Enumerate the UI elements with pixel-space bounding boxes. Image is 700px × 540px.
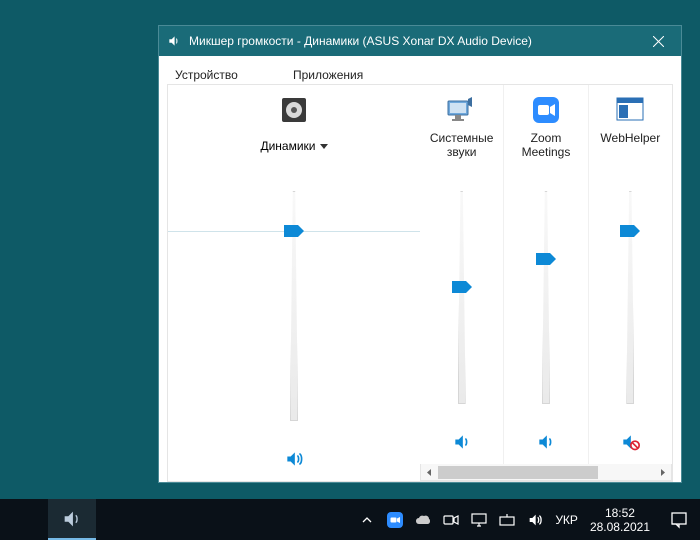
tray-meet-now-icon[interactable] — [443, 512, 459, 528]
device-selector[interactable]: Динамики — [260, 131, 327, 161]
app-label: WebHelper — [596, 131, 664, 161]
app-label: Zoom Meetings — [504, 131, 587, 161]
volume-mixer-window: Микшер громкости - Динамики (ASUS Xonar … — [158, 25, 682, 483]
device-column: Динамики — [167, 84, 420, 482]
applications-row: Системные звуки — [420, 85, 672, 464]
horizontal-scrollbar[interactable] — [420, 464, 672, 481]
app-column-system-sounds: Системные звуки — [420, 85, 504, 464]
window-title: Микшер громкости - Динамики (ASUS Xonar … — [189, 34, 635, 48]
system-sounds-icon[interactable] — [445, 93, 479, 127]
tray-volume-icon[interactable] — [527, 512, 543, 528]
applications-group: Системные звуки — [420, 84, 673, 482]
taskbar-left — [0, 499, 96, 540]
tray-overflow-button[interactable] — [359, 512, 375, 528]
applications-section-header: Приложения — [293, 68, 363, 82]
taskbar-volume-mixer-button[interactable] — [48, 499, 96, 540]
app-column-zoom: Zoom Meetings — [504, 85, 588, 464]
app-mute-button[interactable] — [618, 430, 642, 454]
taskbar: УКР 18:52 28.08.2021 — [0, 499, 700, 540]
scrollbar-thumb[interactable] — [438, 466, 598, 479]
titlebar[interactable]: Микшер громкости - Динамики (ASUS Xonar … — [159, 26, 681, 56]
zoom-icon[interactable] — [529, 93, 563, 127]
app-slider-track[interactable] — [542, 191, 550, 404]
language-indicator[interactable]: УКР — [555, 513, 578, 527]
device-section-header: Устройство — [175, 68, 293, 82]
tray-zoom-icon[interactable] — [387, 512, 403, 528]
webhelper-icon[interactable] — [613, 93, 647, 127]
app-mute-button[interactable] — [534, 430, 558, 454]
app-slider-thumb[interactable] — [536, 253, 556, 265]
app-column-webhelper: WebHelper — [589, 85, 672, 464]
app-slider-track[interactable] — [458, 191, 466, 404]
tray-display-icon[interactable] — [471, 512, 487, 528]
app-slider-area — [504, 179, 587, 424]
scrollbar-track[interactable] — [438, 465, 654, 480]
speaker-icon — [167, 34, 181, 48]
app-mute-button[interactable] — [450, 430, 474, 454]
clock-time: 18:52 — [590, 506, 650, 520]
app-slider-area — [420, 179, 503, 424]
device-name: Динамики — [260, 139, 315, 153]
scroll-right-button[interactable] — [654, 465, 671, 480]
device-slider-area — [168, 179, 420, 441]
section-headers: Устройство Приложения — [167, 64, 673, 84]
close-button[interactable] — [635, 26, 681, 56]
action-center-button[interactable] — [658, 499, 700, 540]
tray-input-icon[interactable] — [499, 512, 515, 528]
device-slider-thumb[interactable] — [284, 225, 304, 237]
speaker-device-icon[interactable] — [277, 93, 311, 127]
tray-onedrive-icon[interactable] — [415, 512, 431, 528]
taskbar-clock[interactable]: 18:52 28.08.2021 — [582, 506, 658, 534]
clock-date: 28.08.2021 — [590, 520, 650, 534]
app-label: Системные звуки — [420, 131, 503, 161]
app-slider-thumb[interactable] — [620, 225, 640, 237]
app-slider-area — [589, 179, 672, 424]
system-tray: УКР — [355, 512, 582, 528]
app-slider-thumb[interactable] — [452, 281, 472, 293]
device-mute-button[interactable] — [282, 447, 306, 471]
mixer-body: Устройство Приложения Динамики — [159, 56, 681, 482]
app-slider-track[interactable] — [626, 191, 634, 404]
mixer-groups: Динамики — [167, 84, 673, 482]
chevron-down-icon — [320, 144, 328, 149]
scroll-left-button[interactable] — [421, 465, 438, 480]
